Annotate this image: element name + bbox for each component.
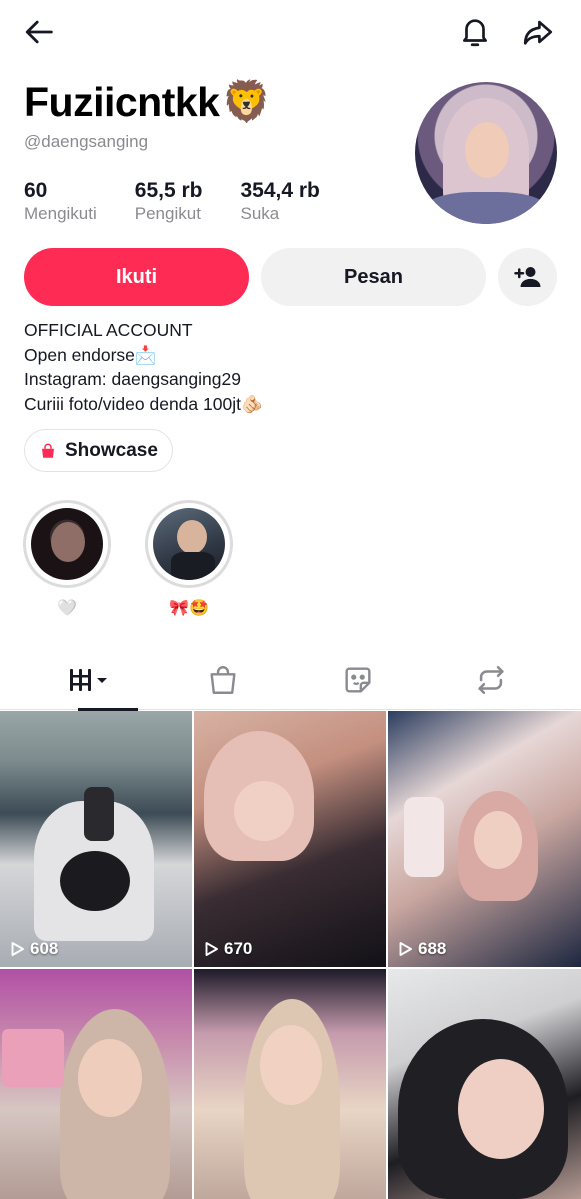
top-bar (0, 0, 581, 70)
video-thumbnail[interactable] (194, 969, 386, 1199)
video-thumbnail[interactable]: 670 (194, 711, 386, 967)
arrow-left-icon (25, 20, 53, 44)
video-thumbnail[interactable]: 608 (0, 711, 192, 967)
shopping-bag-icon (209, 666, 236, 694)
repost-icon (477, 665, 504, 695)
video-thumbnail[interactable]: 688 (388, 711, 581, 967)
highlight-ring (145, 500, 233, 588)
stat-followers-label: Pengikut (134, 204, 201, 223)
video-thumbnail[interactable] (388, 969, 581, 1199)
view-count-text: 608 (30, 939, 59, 958)
play-icon (399, 942, 412, 956)
view-count: 688 (396, 939, 446, 959)
highlight-item[interactable]: 🎀🤩 (144, 500, 234, 618)
share-arrow-icon (523, 20, 553, 45)
tab-stickers[interactable] (285, 650, 430, 710)
play-icon (11, 942, 24, 956)
action-buttons: Ikuti Pesan (24, 248, 557, 308)
avatar-face (465, 122, 509, 178)
stat-likes[interactable]: 354,4 rb Suka (240, 178, 319, 224)
stat-following-label: Mengikuti (24, 204, 97, 223)
stat-following-value: 60 (24, 179, 48, 202)
bio-line: OFFICIAL ACCOUNT (24, 320, 193, 340)
stat-followers[interactable]: 65,5 rb Pengikut (135, 178, 203, 224)
username: @daengsanging (24, 132, 149, 151)
showcase-label: Showcase (65, 439, 158, 461)
highlight-ring (23, 500, 111, 588)
share-button[interactable] (518, 12, 558, 52)
bio-line: Instagram: daengsanging29 (24, 369, 241, 389)
stat-likes-value: 354,4 rb (240, 179, 320, 202)
highlight-item[interactable]: 🤍 (22, 500, 112, 618)
view-count-text: 688 (418, 939, 447, 958)
back-button[interactable] (20, 12, 60, 52)
bio-line: Curiii foto/video denda 100jt🫵🏻 (24, 393, 263, 414)
highlight-thumbnail (153, 508, 225, 580)
sticker-icon (344, 667, 371, 693)
video-thumbnail[interactable] (0, 969, 192, 1199)
shopping-bag-icon (42, 443, 54, 458)
highlight-thumbnail (31, 508, 103, 580)
highlight-caption: 🤍 (57, 600, 77, 617)
lion-emoji: 🦁 (221, 80, 271, 124)
view-count: 670 (202, 939, 252, 959)
stat-following[interactable]: 60 Mengikuti (24, 178, 97, 224)
highlight-caption: 🎀🤩 (169, 600, 209, 617)
notification-button[interactable] (455, 12, 495, 52)
play-icon (205, 942, 218, 956)
tab-shop[interactable] (150, 650, 295, 710)
tab-reposts[interactable] (418, 650, 563, 710)
display-name-text: Fuziicntkk (24, 79, 220, 125)
bio-line: Open endorse📩 (24, 344, 157, 365)
profile-tabs (0, 650, 581, 711)
showcase-button[interactable]: Showcase (24, 429, 173, 472)
add-friend-button[interactable] (498, 248, 557, 306)
view-count-text: 670 (224, 939, 253, 958)
tab-videos[interactable] (18, 650, 163, 711)
profile-header: Fuziicntkk 🦁 @daengsanging (24, 76, 404, 152)
bio: OFFICIAL ACCOUNT Open endorse📩 Instagram… (24, 318, 263, 416)
grid-icon (69, 669, 107, 691)
avatar[interactable] (415, 82, 557, 224)
avatar-shirt (425, 192, 547, 224)
video-grid: 608 670 688 (0, 711, 581, 1199)
stat-likes-label: Suka (240, 204, 280, 223)
display-name: Fuziicntkk 🦁 (24, 76, 404, 128)
view-count: 608 (8, 939, 58, 959)
bell-icon (463, 19, 487, 47)
add-user-icon (513, 267, 540, 287)
message-button[interactable]: Pesan (261, 248, 486, 306)
follow-button[interactable]: Ikuti (24, 248, 249, 306)
stat-followers-value: 65,5 rb (134, 179, 203, 202)
story-highlights: 🤍 🎀🤩 (22, 500, 266, 618)
profile-stats: 60 Mengikuti 65,5 rb Pengikut 354,4 rb S… (24, 178, 358, 224)
